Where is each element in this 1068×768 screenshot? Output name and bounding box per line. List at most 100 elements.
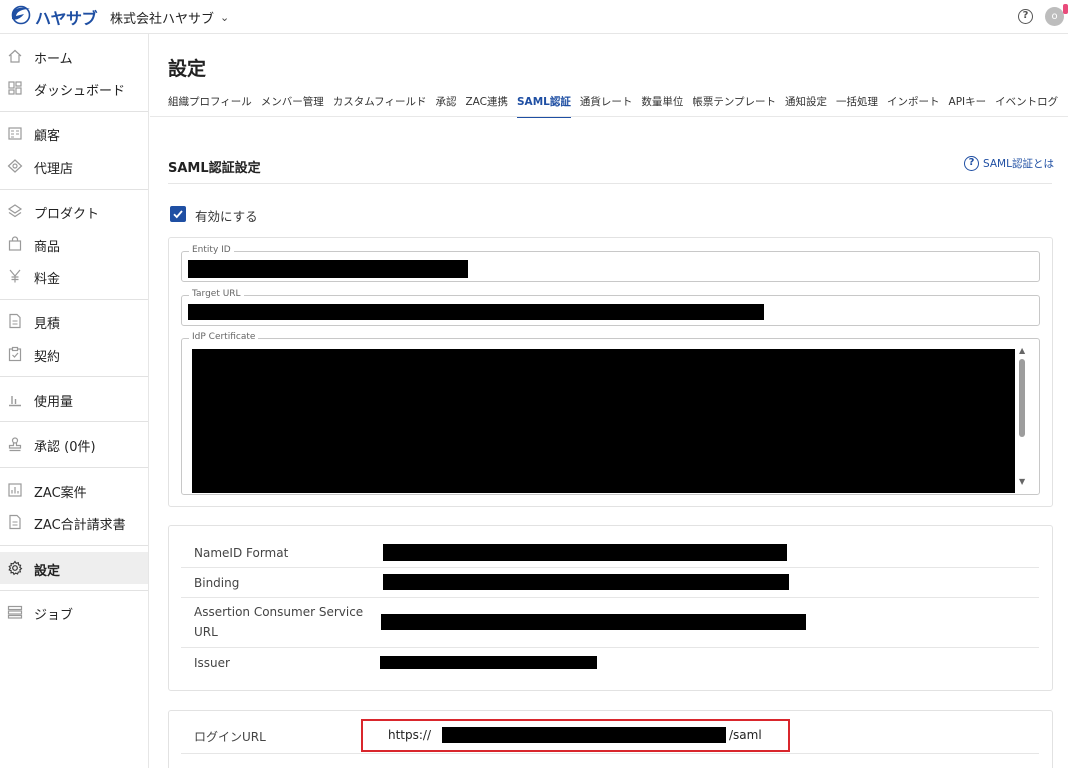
nameid-value-redacted (383, 544, 787, 561)
sidebar-item-zac-invoice[interactable]: ZAC合計請求書 (0, 506, 148, 538)
login-url-suffix: /saml (729, 728, 762, 742)
sidebar-item-label: 見積 (34, 317, 61, 332)
sidebar-item-label: ホーム (34, 52, 73, 67)
binding-label: Binding (194, 576, 240, 590)
logo-mark-icon (10, 5, 32, 29)
tab-org-profile[interactable]: 組織プロフィール (168, 94, 252, 118)
tabs-divider (150, 116, 1068, 117)
tab-currency[interactable]: 通貨レート (580, 94, 633, 118)
page-title: 設定 (168, 58, 207, 80)
tab-members[interactable]: メンバー管理 (261, 94, 324, 118)
target-url-field[interactable]: Target URL (181, 289, 1040, 326)
tab-custom-fields[interactable]: カスタムフィールド (333, 94, 427, 118)
nameid-label: NameID Format (194, 546, 289, 560)
login-url-prefix[interactable]: https:// (388, 728, 431, 742)
tab-import[interactable]: インポート (887, 94, 940, 118)
tab-approval[interactable]: 承認 (435, 94, 456, 118)
yen-icon (7, 268, 23, 284)
logo-text: ハヤサブ (35, 9, 98, 28)
gear-icon (7, 560, 23, 576)
sidebar-item-zac-project[interactable]: ZAC案件 (0, 474, 148, 506)
sidebar-item-label: 承認 (0件) (34, 440, 96, 455)
acs-row: Assertion Consumer Service URL (181, 598, 1039, 648)
sidebar-item-dashboard[interactable]: ダッシュボード (0, 72, 148, 104)
chevron-down-icon: ⌄ (220, 11, 230, 24)
bar-chart-icon (7, 391, 23, 407)
sidebar-item-customer[interactable]: 顧客 (0, 117, 148, 149)
sidebar-item-label: 使用量 (34, 395, 74, 410)
tab-api-keys[interactable]: APIキー (949, 94, 987, 118)
clipboard-icon (7, 346, 23, 362)
login-url-label: ログインURL (194, 730, 266, 744)
tab-notifications[interactable]: 通知設定 (785, 94, 827, 118)
sidebar-item-contract[interactable]: 契約 (0, 338, 148, 370)
help-icon[interactable]: ? (1018, 9, 1033, 24)
tab-zac[interactable]: ZAC連携 (465, 94, 508, 118)
sidebar-item-home[interactable]: ホーム (0, 40, 148, 72)
issuer-value-redacted (380, 656, 597, 669)
sidebar: ホーム ダッシュボード 顧客 代理店 プロダクト 商品 料金 見積 契約 使用量… (0, 34, 149, 768)
sidebar-item-estimate[interactable]: 見積 (0, 305, 148, 337)
sidebar-item-label: 顧客 (34, 129, 61, 144)
sidebar-item-goods[interactable]: 商品 (0, 228, 148, 260)
sidebar-divider (0, 376, 148, 377)
sidebar-item-pricing[interactable]: 料金 (0, 260, 148, 292)
sidebar-item-approval[interactable]: 承認 (0件) (0, 428, 148, 460)
issuer-row: Issuer (181, 648, 1039, 678)
dashboard-icon (7, 80, 23, 96)
agency-icon (7, 158, 23, 174)
sidebar-item-label: 料金 (34, 272, 61, 287)
idp-certificate-label: IdP Certificate (189, 332, 259, 342)
sidebar-divider (0, 299, 148, 300)
textarea-scrollbar[interactable] (1019, 359, 1025, 437)
check-icon (173, 210, 183, 219)
sidebar-item-product[interactable]: プロダクト (0, 195, 148, 227)
sidebar-item-usage[interactable]: 使用量 (0, 383, 148, 415)
idp-certificate-field[interactable]: IdP Certificate ▲ ▼ (181, 332, 1040, 495)
tab-templates[interactable]: 帳票テンプレート (692, 94, 776, 118)
nameid-row: NameID Format (181, 538, 1039, 568)
sidebar-item-settings[interactable]: 設定 (0, 552, 148, 584)
entity-id-value-redacted (188, 260, 468, 278)
binding-value-redacted (383, 574, 789, 590)
acs-label: Assertion Consumer Service URL (194, 605, 364, 639)
idp-certificate-value-redacted (192, 349, 1015, 493)
sidebar-divider (0, 189, 148, 190)
notification-badge (1063, 4, 1068, 14)
list-icon (7, 604, 23, 620)
help-icon: ? (964, 156, 979, 171)
tab-event-log[interactable]: イベントログ (995, 94, 1058, 118)
entity-id-field[interactable]: Entity ID (181, 245, 1040, 282)
sidebar-item-label: ダッシュボード (34, 84, 126, 99)
enable-label: 有効にする (195, 209, 258, 224)
logo[interactable]: ハヤサブ (10, 5, 98, 29)
main-content: 設定 組織プロフィール メンバー管理 カスタムフィールド 承認 ZAC連携 SA… (150, 34, 1068, 768)
saml-help-link[interactable]: ? SAML認証とは (964, 156, 1054, 171)
home-icon (7, 48, 23, 64)
document-icon (7, 313, 23, 329)
avatar[interactable]: o (1045, 7, 1064, 26)
sidebar-item-label: 商品 (34, 240, 61, 255)
sp-info-card: NameID Format Binding Assertion Consumer… (168, 525, 1053, 691)
sidebar-item-label: 設定 (34, 564, 61, 579)
target-url-label: Target URL (189, 289, 244, 299)
enable-checkbox[interactable] (170, 206, 186, 222)
sidebar-item-job[interactable]: ジョブ (0, 596, 148, 628)
target-url-value-redacted (188, 304, 764, 320)
tab-saml[interactable]: SAML認証 (517, 94, 571, 118)
sidebar-divider (0, 111, 148, 112)
sidebar-item-agency[interactable]: 代理店 (0, 150, 148, 182)
scroll-up-icon[interactable]: ▲ (1019, 346, 1025, 355)
tab-units[interactable]: 数量単位 (641, 94, 683, 118)
company-switcher[interactable]: 株式会社ハヤサブ ⌄ (110, 8, 229, 27)
sidebar-item-label: 契約 (34, 350, 61, 365)
scroll-down-icon[interactable]: ▼ (1019, 477, 1025, 486)
bag-icon (7, 236, 23, 252)
chart-box-icon (7, 482, 23, 498)
saml-help-label: SAML認証とは (983, 158, 1054, 170)
tab-bulk[interactable]: 一括処理 (836, 94, 878, 118)
binding-row: Binding (181, 568, 1039, 598)
section-title: SAML認証設定 (168, 161, 261, 176)
saml-config-card: Entity ID Target URL IdP Certificate ▲ ▼ (168, 237, 1053, 507)
layers-icon (7, 203, 23, 219)
